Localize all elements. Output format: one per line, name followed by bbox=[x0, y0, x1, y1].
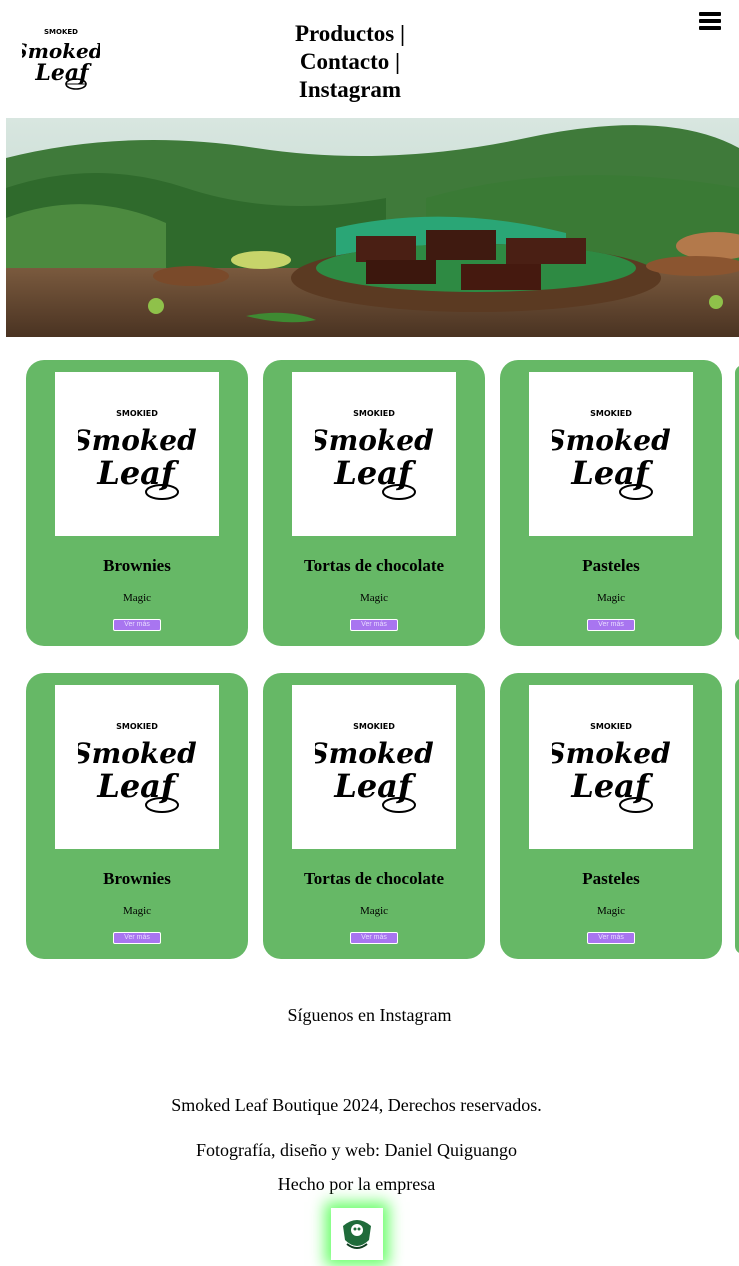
product-card: SMOKIED Smoked Leaf Tortas de chocolate … bbox=[263, 360, 485, 646]
ver-mas-button[interactable]: Ver más bbox=[113, 619, 161, 631]
product-image[interactable]: SMOKIED Smoked Leaf bbox=[529, 372, 693, 536]
product-title: Brownies bbox=[103, 556, 171, 575]
product-subtitle: Magic bbox=[122, 905, 152, 917]
instagram-follow-link[interactable]: Síguenos en Instagram bbox=[288, 1005, 452, 1025]
product-card: SMOKIED Smoked Leaf Brownies Magic Ver m… bbox=[26, 360, 248, 646]
product-image[interactable]: SMOKIED Smoked Leaf bbox=[292, 685, 456, 849]
product-card: SMOKIED Smoked Leaf Tortas de chocolate … bbox=[263, 673, 485, 959]
main-nav: Productos | Contacto | Instagram bbox=[270, 20, 430, 104]
svg-text:Smoked: Smoked bbox=[552, 737, 670, 770]
svg-text:SMOKIED: SMOKIED bbox=[116, 409, 158, 418]
product-card-partial bbox=[735, 678, 739, 954]
product-title: Pasteles bbox=[582, 869, 640, 888]
product-card: SMOKIED Smoked Leaf Pasteles Magic Ver m… bbox=[500, 673, 722, 959]
product-image[interactable]: SMOKIED Smoked Leaf bbox=[292, 372, 456, 536]
product-subtitle: Magic bbox=[359, 905, 389, 917]
nav-productos[interactable]: Productos | bbox=[270, 20, 430, 48]
product-image[interactable]: SMOKIED Smoked Leaf bbox=[55, 372, 219, 536]
svg-text:Smoked: Smoked bbox=[315, 737, 433, 770]
company-logo[interactable] bbox=[331, 1208, 383, 1260]
product-subtitle: Magic bbox=[596, 905, 626, 917]
nav-instagram[interactable]: Instagram bbox=[270, 76, 430, 104]
product-title: Brownies bbox=[103, 869, 171, 888]
svg-text:Smoked: Smoked bbox=[78, 737, 196, 770]
product-subtitle: Magic bbox=[359, 592, 389, 604]
product-title: Tortas de chocolate bbox=[303, 556, 445, 575]
credits-text: Fotografía, diseño y web: Daniel Quiguan… bbox=[196, 1140, 517, 1160]
ver-mas-button[interactable]: Ver más bbox=[587, 619, 635, 631]
copyright-text: Smoked Leaf Boutique 2024, Derechos rese… bbox=[171, 1095, 542, 1115]
site-header: SMOKED Smoked Leaf Productos | Contacto … bbox=[0, 0, 739, 118]
svg-text:SMOKIED: SMOKIED bbox=[116, 722, 158, 731]
hamburger-menu-icon[interactable] bbox=[699, 10, 721, 32]
product-image[interactable]: SMOKIED Smoked Leaf bbox=[529, 685, 693, 849]
svg-text:SMOKIED: SMOKIED bbox=[590, 409, 632, 418]
svg-text:Leaf: Leaf bbox=[34, 60, 92, 86]
product-title: Tortas de chocolate bbox=[303, 869, 445, 888]
ver-mas-button[interactable]: Ver más bbox=[350, 619, 398, 631]
svg-text:Smoked: Smoked bbox=[315, 424, 433, 457]
ver-mas-button[interactable]: Ver más bbox=[350, 932, 398, 944]
hero-banner bbox=[6, 118, 739, 337]
svg-text:Smoked: Smoked bbox=[78, 424, 196, 457]
svg-text:Smoked: Smoked bbox=[552, 424, 670, 457]
product-card-partial bbox=[735, 365, 739, 641]
ver-mas-button[interactable]: Ver más bbox=[587, 932, 635, 944]
product-image[interactable]: SMOKIED Smoked Leaf bbox=[55, 685, 219, 849]
svg-text:SMOKIED: SMOKIED bbox=[590, 722, 632, 731]
product-card: SMOKIED Smoked Leaf Pasteles Magic Ver m… bbox=[500, 360, 722, 646]
svg-text:SMOKIED: SMOKIED bbox=[353, 409, 395, 418]
product-card: SMOKIED Smoked Leaf Brownies Magic Ver m… bbox=[26, 673, 248, 959]
svg-text:SMOKED: SMOKED bbox=[44, 28, 78, 36]
ver-mas-button[interactable]: Ver más bbox=[113, 932, 161, 944]
brand-logo[interactable]: SMOKED Smoked Leaf bbox=[13, 22, 103, 94]
product-title: Pasteles bbox=[582, 556, 640, 575]
nav-contacto[interactable]: Contacto | bbox=[270, 48, 430, 76]
instagram-follow: Síguenos en Instagram bbox=[0, 1005, 739, 1026]
product-subtitle: Magic bbox=[122, 592, 152, 604]
product-subtitle: Magic bbox=[596, 592, 626, 604]
svg-text:SMOKIED: SMOKIED bbox=[353, 722, 395, 731]
made-by-text: Hecho por la empresa bbox=[277, 1174, 436, 1194]
